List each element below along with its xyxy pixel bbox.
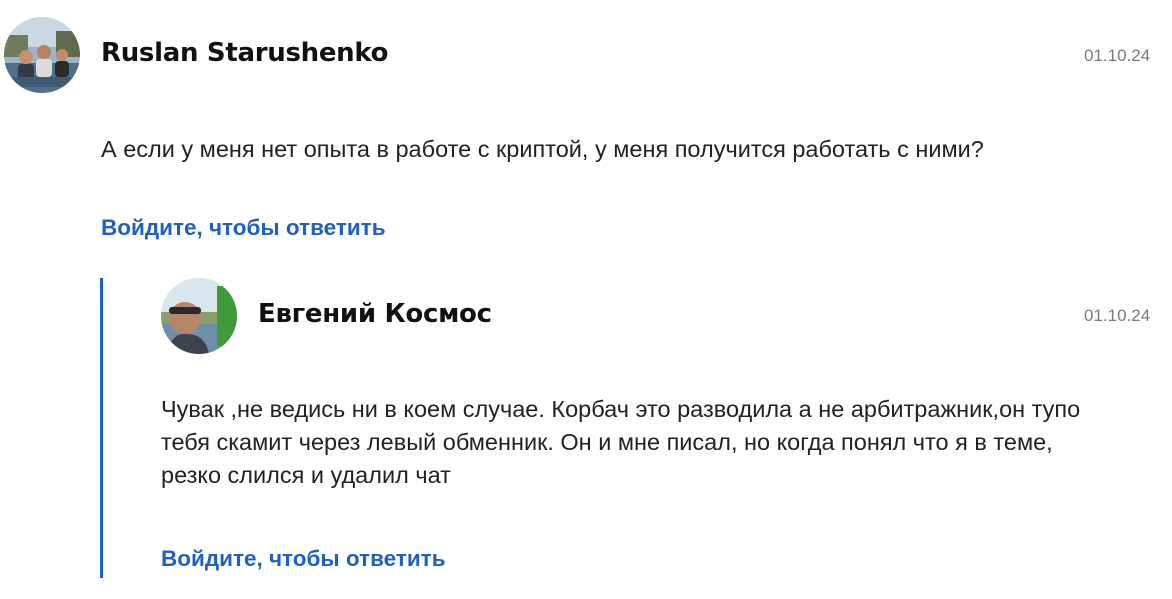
avatar[interactable] (161, 278, 237, 354)
login-to-reply-link[interactable]: Войдите, чтобы ответить (101, 215, 386, 241)
comment: Ruslan Starushenko 01.10.24 А если у мен… (0, 0, 1172, 270)
avatar-photo-icon (161, 278, 237, 354)
comment-text: А если у меня нет опыта в работе с крипт… (101, 136, 984, 162)
reply-author: Евгений Космос (258, 299, 492, 329)
avatar[interactable] (4, 17, 80, 93)
reply-text: Чувак ,не ведись ни в коем случае. Корба… (161, 396, 1081, 488)
login-to-reply-link[interactable]: Войдите, чтобы ответить (161, 546, 446, 572)
reply-comment: Евгений Космос 01.10.24 Чувак ,не ведись… (0, 270, 1172, 599)
reply-date: 01.10.24 (1084, 306, 1151, 325)
avatar-photo-icon (4, 17, 80, 93)
comment-author: Ruslan Starushenko (101, 38, 389, 68)
comment-date: 01.10.24 (1084, 46, 1151, 65)
